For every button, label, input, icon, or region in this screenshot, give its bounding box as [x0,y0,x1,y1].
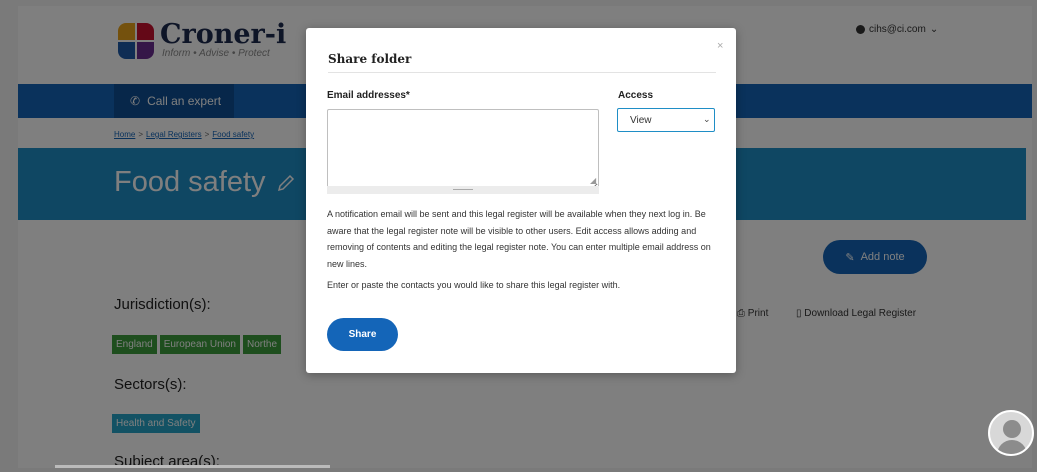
share-button[interactable]: Share [327,318,398,351]
share-instruction: Enter or paste the contacts you would li… [327,280,621,290]
share-folder-modal: Share folder × Email addresses* Access ◢… [306,28,736,373]
email-label: Email addresses* [327,90,410,101]
share-notice: A notification email will be sent and th… [327,209,711,269]
access-value: View [630,115,652,126]
avatar-icon[interactable] [988,410,1034,456]
modal-title: Share folder [328,52,412,66]
modal-divider [328,72,716,73]
email-addresses-input[interactable] [327,109,599,193]
access-select[interactable]: View [617,108,715,132]
close-icon[interactable]: × [717,40,723,52]
horizontal-scrollbar[interactable] [55,465,330,468]
chevron-down-icon: ⌄ [703,114,711,124]
resize-handle-icon[interactable]: ◢ [590,176,596,185]
access-label: Access [618,90,654,101]
textarea-resize-bar[interactable] [327,186,599,194]
